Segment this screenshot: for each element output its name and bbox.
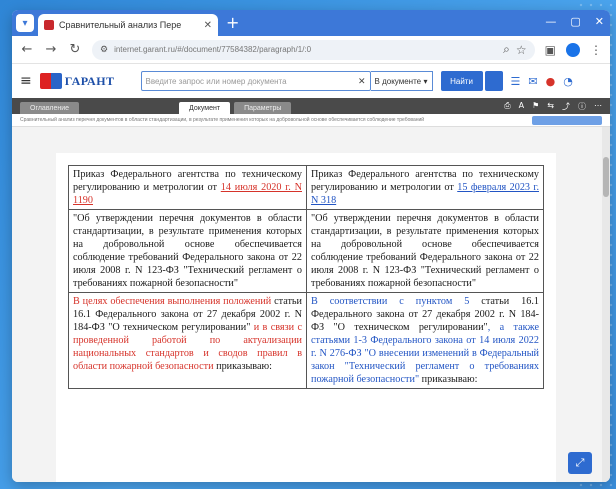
hamburger-menu-icon[interactable]: ≡: [20, 73, 32, 89]
document-tools: ⎙ A ⚑ ⇆ ⤴ ⓘ ⋯: [504, 101, 602, 112]
bookmark-icon[interactable]: ⚑: [532, 101, 539, 112]
maximize-button[interactable]: ▢: [570, 15, 580, 28]
tab-contents[interactable]: Оглавление: [20, 102, 80, 114]
print-icon[interactable]: ⎙: [504, 101, 510, 112]
share-icon[interactable]: ⤴: [562, 101, 570, 112]
reload-icon[interactable]: ↻: [68, 42, 82, 57]
document-status-pill[interactable]: [532, 115, 602, 125]
table-cell: "Об утверждении перечня документов в обл…: [306, 209, 544, 293]
font-size-icon[interactable]: A: [519, 101, 524, 112]
removed-text: В целях обеспечения выполнения положений: [73, 296, 272, 307]
window-controls: — ▢ ✕: [545, 15, 604, 28]
search-placeholder: Введите запрос или номер документа: [145, 76, 287, 86]
preamble-text: приказываю:: [213, 361, 272, 372]
vertical-scrollbar[interactable]: [602, 127, 610, 482]
minimize-button[interactable]: —: [545, 15, 556, 28]
document-area: Приказ Федерального агентства по техниче…: [12, 127, 610, 482]
table-row: "Об утверждении перечня документов в обл…: [68, 209, 544, 293]
bookmark-star-icon[interactable]: ☆: [516, 43, 527, 57]
close-window-button[interactable]: ✕: [595, 15, 604, 28]
more-icon[interactable]: ⋯: [594, 101, 602, 112]
search-scope-value: В документе: [374, 76, 422, 86]
garant-logo-text: ГАРАНТ: [64, 73, 115, 88]
clear-search-icon[interactable]: ✕: [358, 76, 366, 87]
garant-logo[interactable]: ГАРАНТ: [39, 73, 115, 89]
tab-strip: ▾ Сравнительный анализ Пере ✕ + — ▢ ✕: [12, 10, 610, 36]
table-cell: В целях обеспечения выполнения положений…: [68, 292, 307, 389]
chevron-down-icon: ▾: [423, 76, 428, 86]
garant-favicon-icon: [44, 20, 54, 30]
sidebar-icon[interactable]: ▣: [545, 43, 556, 57]
profile-avatar[interactable]: [566, 42, 580, 57]
preamble-text: приказываю:: [419, 374, 478, 385]
floating-action-button[interactable]: ⤢: [568, 452, 592, 474]
browser-menu-icon[interactable]: ⋮: [590, 43, 602, 57]
table-cell: Приказ Федерального агентства по техниче…: [306, 165, 544, 210]
browser-tab[interactable]: Сравнительный анализ Пере ✕: [38, 14, 218, 36]
compare-icon[interactable]: ⇆: [547, 101, 554, 112]
zoom-icon[interactable]: ⌕: [503, 42, 510, 57]
bell-icon[interactable]: ●: [546, 75, 556, 88]
tab-close-icon[interactable]: ✕: [204, 20, 212, 31]
forward-arrow-icon[interactable]: →: [44, 42, 58, 57]
url-text: internet.garant.ru/#/document/77584382/p…: [114, 45, 312, 54]
list-icon[interactable]: ☰: [511, 75, 521, 88]
scrollbar-thumb[interactable]: [603, 157, 609, 197]
table-cell: В соответствии с пунктом 5 статьи 16.1 Ф…: [306, 292, 544, 389]
table-cell: "Об утверждении перечня документов в обл…: [68, 209, 307, 293]
document-toolbar: Оглавление Документ Параметры ⎙ A ⚑ ⇆ ⤴ …: [12, 98, 610, 114]
back-arrow-icon[interactable]: ←: [20, 42, 34, 57]
added-text: В соответствии с пунктом 5: [311, 296, 470, 307]
table-row: В целях обеспечения выполнения положений…: [68, 292, 544, 389]
garant-logo-mark-icon: [39, 73, 62, 89]
new-tab-button[interactable]: +: [226, 13, 239, 32]
search-options-button[interactable]: [484, 71, 503, 91]
comparison-table: Приказ Федерального агентства по техниче…: [68, 165, 544, 389]
document-subtitle-bar: Сравнительный анализ перечня документов …: [12, 114, 610, 127]
tab-document[interactable]: Документ: [179, 102, 231, 114]
site-info-icon[interactable]: ⚙: [100, 44, 108, 55]
table-row: Приказ Федерального агентства по техниче…: [68, 165, 544, 210]
table-cell: Приказ Федерального агентства по техниче…: [68, 165, 307, 210]
address-bar: ← → ↻ ⚙ internet.garant.ru/#/document/77…: [12, 36, 610, 64]
garant-search-input[interactable]: Введите запрос или номер документа ✕: [140, 71, 371, 91]
chat-icon[interactable]: ✉: [528, 75, 537, 88]
url-field[interactable]: ⚙ internet.garant.ru/#/document/77584382…: [92, 39, 535, 60]
tab-menu-icon[interactable]: ▾: [16, 14, 34, 32]
search-scope-select[interactable]: В документе ▾: [370, 71, 433, 91]
garant-header: ≡ ГАРАНТ Введите запрос или номер докуме…: [12, 64, 610, 98]
expand-icon: ⤢: [575, 456, 585, 469]
tab-parameters[interactable]: Параметры: [234, 102, 292, 114]
browser-window: ▾ Сравнительный анализ Пере ✕ + — ▢ ✕ ← …: [12, 10, 610, 482]
user-icon[interactable]: ◔: [563, 75, 573, 88]
tab-title: Сравнительный анализ Пере: [59, 20, 182, 30]
document-subtitle: Сравнительный анализ перечня документов …: [20, 117, 425, 123]
document-page: Приказ Федерального агентства по техниче…: [56, 153, 556, 482]
info-icon[interactable]: ⓘ: [578, 101, 586, 112]
find-button[interactable]: Найти: [440, 71, 483, 91]
